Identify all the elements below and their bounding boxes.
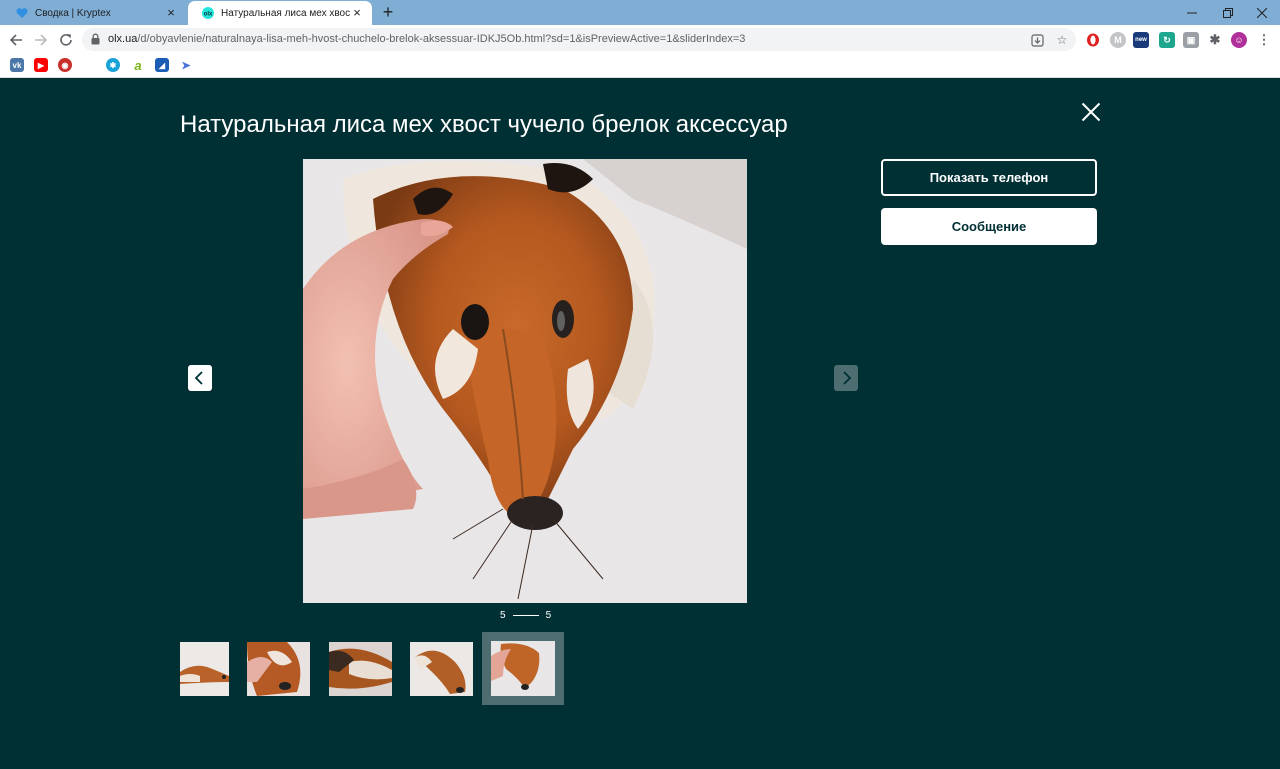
- next-photo-button[interactable]: [834, 365, 858, 391]
- close-tab-icon[interactable]: ×: [164, 6, 178, 20]
- close-window-icon[interactable]: [1244, 0, 1280, 25]
- tab-olx[interactable]: olx Натуральная лиса мех хвост чучело бр…: [188, 1, 372, 25]
- forward-icon[interactable]: [30, 29, 52, 51]
- show-phone-button[interactable]: Показать телефон: [881, 159, 1097, 196]
- chevron-left-icon: [194, 371, 203, 385]
- minimize-icon[interactable]: [1174, 0, 1210, 25]
- youtube-icon[interactable]: ▶: [34, 58, 48, 72]
- new-tab-button[interactable]: +: [379, 3, 397, 21]
- photo-gallery-modal: Натуральная лиса мех хвост чучело брелок…: [0, 78, 1280, 769]
- address-bar[interactable]: olx.ua/d/obyavlenie/naturalnaya-lisa-meh…: [82, 28, 1076, 51]
- photo-counter: 5 5: [500, 609, 551, 621]
- chevron-right-icon: [843, 371, 852, 385]
- message-button[interactable]: Сообщение: [881, 208, 1097, 245]
- a-icon[interactable]: a: [131, 58, 145, 73]
- restore-icon[interactable]: [1210, 0, 1246, 25]
- thumbnail-5-active[interactable]: [482, 632, 564, 705]
- thumbnail-4[interactable]: [410, 642, 473, 696]
- install-icon[interactable]: [1030, 33, 1044, 47]
- m-icon[interactable]: M: [1110, 32, 1126, 48]
- url-text: olx.ua/d/obyavlenie/naturalnaya-lisa-meh…: [108, 33, 746, 45]
- star-icon[interactable]: ☆: [1055, 33, 1069, 47]
- browser-toolbar: olx.ua/d/obyavlenie/naturalnaya-lisa-meh…: [0, 25, 1280, 54]
- svg-text:olx: olx: [204, 11, 213, 17]
- avatar-icon[interactable]: ☺: [1231, 32, 1247, 48]
- puzzle-icon[interactable]: ✱: [1207, 32, 1223, 48]
- tab-title: Натуральная лиса мех хвост чучело брелок…: [221, 7, 350, 19]
- back-icon[interactable]: [5, 29, 27, 51]
- arrow-icon[interactable]: ➤: [179, 58, 193, 72]
- profile-icon[interactable]: ▣: [1183, 32, 1199, 48]
- counter-total: 5: [545, 609, 552, 621]
- kryptex-heart-icon: [16, 7, 28, 19]
- menu-icon[interactable]: ⋮: [1256, 32, 1272, 48]
- bookmarks-bar: vk ▶ ◉ ✱ a ◢ ➤: [0, 54, 1280, 78]
- thumbnail-2[interactable]: [247, 642, 310, 696]
- browser-tab-bar: Сводка | Kryptex × olx Натуральная лиса …: [0, 0, 1280, 25]
- close-gallery-icon[interactable]: [1080, 101, 1102, 123]
- tab-kryptex[interactable]: Сводка | Kryptex ×: [2, 1, 186, 25]
- globe-icon[interactable]: ✱: [106, 58, 120, 72]
- app-icon[interactable]: ◉: [58, 58, 72, 72]
- olx-icon: olx: [202, 7, 214, 19]
- vk-icon[interactable]: vk: [10, 58, 24, 72]
- ad-title: Натуральная лиса мех хвост чучело брелок…: [180, 111, 788, 138]
- tab-title: Сводка | Kryptex: [35, 7, 111, 19]
- bookmark-icon[interactable]: ◢: [155, 58, 169, 72]
- close-tab-icon[interactable]: ×: [350, 6, 364, 20]
- main-photo: [303, 159, 747, 603]
- counter-current: 5: [500, 609, 506, 621]
- lock-icon: [91, 33, 100, 45]
- refresh-ext-icon[interactable]: ↻: [1159, 32, 1175, 48]
- new-icon[interactable]: new: [1133, 32, 1149, 48]
- opera-icon[interactable]: [1085, 32, 1101, 48]
- previous-photo-button[interactable]: [188, 365, 212, 391]
- thumbnail-3[interactable]: [329, 642, 392, 696]
- apple-icon[interactable]: [82, 58, 96, 72]
- thumbnail-1[interactable]: [180, 642, 229, 696]
- reload-icon[interactable]: [55, 29, 77, 51]
- counter-divider: [512, 614, 539, 616]
